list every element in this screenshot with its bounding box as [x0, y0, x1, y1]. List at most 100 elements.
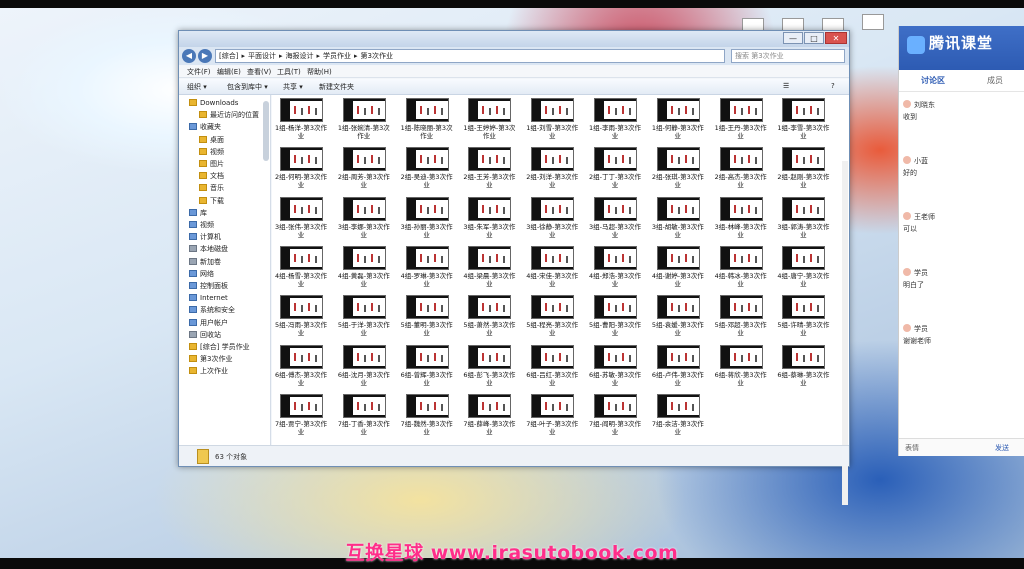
nav-item[interactable]: 控制面板 — [189, 280, 228, 292]
file-item[interactable]: 4组-谢婷-第3次作业 — [651, 245, 705, 294]
file-item[interactable]: 5组-董明-第3次作业 — [400, 295, 454, 343]
file-item[interactable]: 5组-邓超-第3次作业 — [714, 295, 768, 343]
file-item[interactable]: 1组-李雨-第3次作业 — [588, 98, 642, 146]
file-item[interactable]: 3组-胡敏-第3次作业 — [651, 196, 705, 245]
menu-item[interactable]: 查看(V) — [247, 67, 271, 77]
nav-item[interactable]: 用户帐户 — [189, 317, 228, 329]
file-item[interactable]: 7组-贾宁-第3次作业 — [274, 393, 328, 442]
menu-item[interactable]: 帮助(H) — [307, 67, 332, 77]
maximize-button[interactable]: □ — [804, 32, 824, 44]
file-item[interactable]: 1组-李雪-第3次作业 — [776, 98, 830, 146]
nav-item[interactable]: 本地磁盘 — [189, 243, 228, 255]
file-item[interactable]: 5组-冯雨-第3次作业 — [274, 295, 328, 343]
file-item[interactable]: 3组-徐静-第3次作业 — [525, 196, 579, 245]
tab-members[interactable]: 成员 — [987, 75, 1003, 86]
file-item[interactable]: 2组-吴迪-第3次作业 — [400, 147, 454, 195]
file-item[interactable]: 6组-吕红-第3次作业 — [525, 344, 579, 393]
file-item[interactable]: 2组-赵刚-第3次作业 — [776, 147, 830, 195]
file-item[interactable]: 6组-彭飞-第3次作业 — [462, 344, 516, 393]
nav-item[interactable]: 视频 — [199, 146, 224, 158]
nav-item[interactable]: 音乐 — [199, 182, 224, 194]
file-item[interactable]: 5组-曹阳-第3次作业 — [588, 295, 642, 343]
file-item[interactable]: 6组-苏敏-第3次作业 — [588, 344, 642, 393]
file-item[interactable]: 4组-宋佳-第3次作业 — [525, 245, 579, 294]
file-item[interactable]: 3组-张伟-第3次作业 — [274, 196, 328, 245]
close-button[interactable]: ✕ — [825, 32, 847, 44]
tab-discussion[interactable]: 讨论区 — [921, 75, 945, 86]
file-item[interactable]: 6组-曾辉-第3次作业 — [400, 344, 454, 393]
search-input[interactable]: 搜索 第3次作业 — [731, 49, 845, 63]
toolbar-button[interactable]: 新建文件夹 — [319, 82, 354, 92]
nav-item[interactable]: Internet — [189, 292, 228, 304]
nav-scrollbar[interactable] — [263, 101, 269, 161]
address-bar[interactable]: [综合] ▸ 平面设计 ▸ 海报设计 ▸ 学员作业 ▸ 第3次作业 — [215, 49, 725, 63]
file-item[interactable]: 2组-周芳-第3次作业 — [337, 147, 391, 195]
nav-item[interactable]: Downloads — [189, 97, 238, 109]
file-item[interactable]: 4组-杨雪-第3次作业 — [274, 245, 328, 294]
nav-item[interactable]: 文档 — [199, 170, 224, 182]
nav-item[interactable]: 网络 — [189, 268, 214, 280]
file-item[interactable]: 2组-何明-第3次作业 — [274, 147, 328, 195]
file-item[interactable]: 3组-郭涛-第3次作业 — [776, 196, 830, 245]
file-item[interactable]: 1组-王婷婷-第3次作业 — [462, 98, 516, 146]
file-item[interactable]: 1组-何静-第3次作业 — [651, 98, 705, 146]
nav-item[interactable]: 计算机 — [189, 231, 221, 243]
file-item[interactable]: 6组-傅杰-第3次作业 — [274, 344, 328, 393]
file-item[interactable]: 1组-刘雪-第3次作业 — [525, 98, 579, 146]
file-item[interactable]: 3组-林峰-第3次作业 — [714, 196, 768, 245]
help-icon[interactable]: ? — [831, 82, 835, 90]
nav-item[interactable]: 第3次作业 — [189, 353, 232, 365]
file-item[interactable]: 7组-叶子-第3次作业 — [525, 393, 579, 442]
file-item[interactable]: 4组-罗琳-第3次作业 — [400, 245, 454, 294]
breadcrumb-item[interactable]: 平面设计 — [248, 52, 276, 60]
view-options-icon[interactable]: ☰ — [783, 82, 789, 90]
toolbar-button[interactable]: 包含到库中 ▾ — [227, 82, 268, 92]
emoji-button[interactable]: 表情 — [905, 443, 919, 453]
file-item[interactable]: 7组-余洁-第3次作业 — [651, 393, 705, 442]
breadcrumb-item[interactable]: 第3次作业 — [361, 52, 393, 60]
file-item[interactable]: 5组-于洋-第3次作业 — [337, 295, 391, 343]
file-item[interactable]: 2组-张琪-第3次作业 — [651, 147, 705, 195]
back-icon[interactable]: ◀ — [182, 49, 196, 63]
breadcrumb-item[interactable]: 学员作业 — [323, 52, 351, 60]
file-item[interactable]: 2组-丁丁-第3次作业 — [588, 147, 642, 195]
nav-item[interactable]: 视频 — [189, 219, 214, 231]
file-item[interactable]: 5组-萧然-第3次作业 — [462, 295, 516, 343]
menu-item[interactable]: 文件(F) — [187, 67, 211, 77]
file-item[interactable]: 6组-卢伟-第3次作业 — [651, 344, 705, 393]
nav-item[interactable]: 最近访问的位置 — [199, 109, 259, 121]
file-item[interactable]: 5组-许晴-第3次作业 — [776, 295, 830, 343]
nav-item[interactable]: [综合] 学员作业 — [189, 341, 250, 353]
forward-icon[interactable]: ▶ — [198, 49, 212, 63]
file-item[interactable]: 4组-黄磊-第3次作业 — [337, 245, 391, 294]
toolbar-button[interactable]: 共享 ▾ — [283, 82, 303, 92]
file-item[interactable]: 2组-刘洋-第3次作业 — [525, 147, 579, 195]
file-item[interactable]: 2组-王芳-第3次作业 — [462, 147, 516, 195]
file-item[interactable]: 6组-蔡琳-第3次作业 — [776, 344, 830, 393]
breadcrumb-item[interactable]: [综合] — [219, 52, 238, 60]
nav-item[interactable]: 新加卷 — [189, 256, 221, 268]
file-item[interactable]: 4组-韩冰-第3次作业 — [714, 245, 768, 294]
nav-item[interactable]: 上次作业 — [189, 365, 228, 377]
file-item[interactable]: 7组-丁香-第3次作业 — [337, 393, 391, 442]
send-button[interactable]: 发送 — [995, 443, 1009, 453]
file-item[interactable]: 1组-杨洋-第3次作业 — [274, 98, 328, 146]
desktop-icon[interactable] — [862, 14, 884, 30]
nav-item[interactable]: 桌面 — [199, 134, 224, 146]
file-item[interactable]: 1组-张婉清-第3次作业 — [337, 98, 391, 146]
nav-item[interactable]: 库 — [189, 207, 207, 219]
minimize-button[interactable]: — — [783, 32, 803, 44]
nav-item[interactable]: 下载 — [199, 195, 224, 207]
file-item[interactable]: 3组-李娜-第3次作业 — [337, 196, 391, 245]
file-item[interactable]: 7组-薛峰-第3次作业 — [462, 393, 516, 442]
toolbar-button[interactable]: 组织 ▾ — [187, 82, 207, 92]
file-item[interactable]: 4组-唐宁-第3次作业 — [776, 245, 830, 294]
menu-item[interactable]: 工具(T) — [277, 67, 301, 77]
file-item[interactable]: 3组-孙丽-第3次作业 — [400, 196, 454, 245]
breadcrumb-item[interactable]: 海报设计 — [286, 52, 314, 60]
file-item[interactable]: 5组-袁媛-第3次作业 — [651, 295, 705, 343]
file-item[interactable]: 3组-马超-第3次作业 — [588, 196, 642, 245]
file-item[interactable]: 3组-朱军-第3次作业 — [462, 196, 516, 245]
file-item[interactable]: 1组-王丹-第3次作业 — [714, 98, 768, 146]
nav-item[interactable]: 系统和安全 — [189, 304, 235, 316]
